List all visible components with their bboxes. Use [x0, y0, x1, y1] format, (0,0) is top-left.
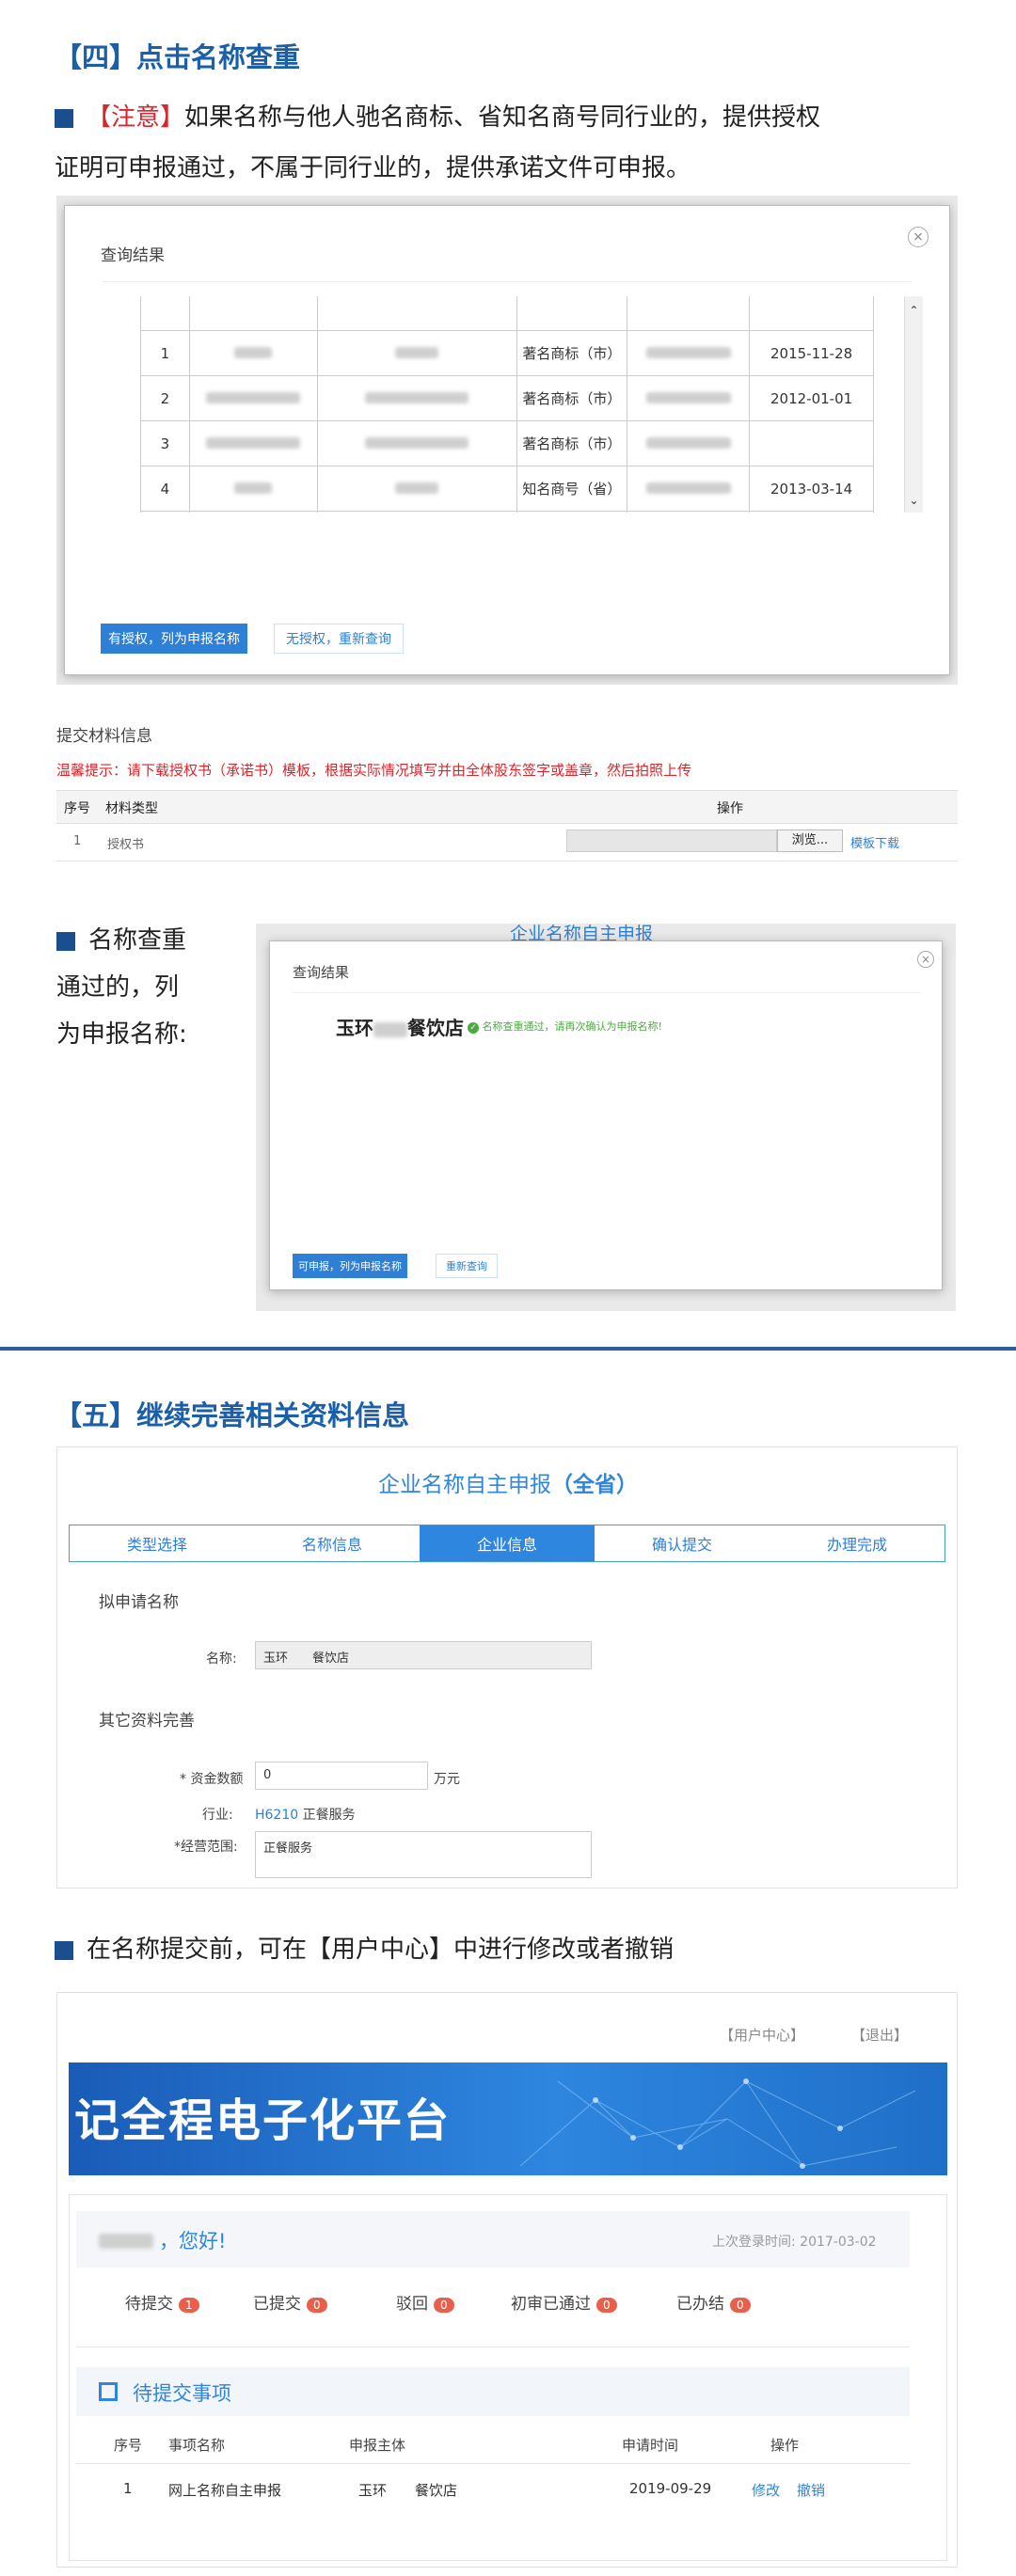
section4-note: 【注意】如果名称与他人驰名商标、省知名商号同行业的，提供授权 证明可申报通过，不…	[55, 92, 976, 194]
user-center-link[interactable]: 【用户中心】	[720, 2025, 804, 2045]
bullet-square-icon	[55, 108, 73, 128]
close-icon[interactable]: ×	[917, 951, 934, 968]
query-result-modal: 查询结果 × 1 著名商标（市） 2015-11-28 2 著名商标（市） 2012-0…	[64, 205, 950, 675]
section5-title: 【五】继续完善相关资料信息	[55, 1399, 410, 1431]
table-row: 3 著名商标（市）	[140, 420, 874, 466]
materials-table-header: 序号 材料类型 操作	[56, 790, 958, 824]
screenshot-form: 企业名称自主申报（全省） 类型选择 名称信息 企业信息 确认提交 办理完成 拟申…	[56, 1446, 958, 1889]
unauthorized-requery-button[interactable]: 无授权，重新查询	[274, 624, 404, 654]
banner-title: 记全程电子化平台	[74, 2094, 452, 2147]
capital-input[interactable]: 0	[255, 1762, 428, 1790]
table-row: 5知名商号（省）2019-01-17	[140, 511, 874, 513]
stat-approved[interactable]: 初审已通过 0	[511, 2290, 617, 2314]
file-input[interactable]	[566, 830, 777, 852]
section4-title: 【四】点击名称查重	[55, 41, 301, 73]
pass-message: ✓ 名称查重通过，请再次确认为申报名称!	[468, 1019, 662, 1034]
other-info-header: 其它资料完善	[99, 1712, 195, 1731]
capital-unit: 万元	[434, 1772, 460, 1787]
stat-rejected[interactable]: 驳回 0	[396, 2290, 454, 2314]
stat-submitted[interactable]: 已提交 0	[253, 2290, 327, 2314]
capital-label: * 资金数额	[180, 1772, 244, 1787]
authorized-button[interactable]: 有授权，列为申报名称	[101, 624, 247, 654]
table-row: 4 知名商号（省） 2013-03-14	[140, 466, 874, 512]
step-type: 类型选择	[126, 1536, 187, 1554]
table-row: 1 网上名称自主申报 玉环 餐饮店 2019-09-29 修改 撤销	[123, 2480, 826, 2500]
materials-tip: 温馨提示：请下载授权书（承诺书）模板，根据实际情况填写并由全体股东签字或盖章，然…	[56, 762, 692, 779]
status-stats: 待提交 1 已提交 0 驳回 0 初审已通过 0 已办结 0	[76, 2290, 910, 2318]
pending-header: 待提交事项	[76, 2367, 910, 2416]
industry-value: H6210 正餐服务	[255, 1808, 356, 1823]
scope-label: *经营范围:	[174, 1840, 238, 1855]
bullet-square-icon	[55, 1940, 73, 1960]
table-row: 1 著名商标（市） 2015-11-28	[140, 330, 874, 376]
section-divider	[0, 1347, 1016, 1351]
step-company: 企业信息	[420, 1525, 595, 1561]
list-icon	[99, 2382, 118, 2401]
platform-banner: 记全程电子化平台	[69, 2062, 947, 2175]
template-download-link[interactable]: 模板下载	[850, 833, 899, 851]
result-table-wrap: 1 著名商标（市） 2015-11-28 2 著名商标（市） 2012-01-01 3著…	[140, 296, 893, 513]
stat-pending[interactable]: 待提交 1	[125, 2290, 199, 2314]
materials-row: 1 授权书 浏览... 模板下载	[56, 824, 958, 861]
bullet-square-icon	[56, 931, 75, 951]
scope-textarea[interactable]: 正餐服务	[255, 1831, 592, 1878]
pass-text: 名称查重 通过的，列 为申报名称:	[56, 926, 187, 1049]
table-row: 2 著名商标（市） 2012-01-01	[140, 375, 874, 421]
check-icon: ✓	[468, 1022, 479, 1034]
form-title: 企业名称自主申报（全省）	[378, 1473, 638, 1497]
stat-closed[interactable]: 已办结 0	[676, 2290, 751, 2314]
step-name: 名称信息	[301, 1536, 362, 1554]
checked-name: 玉环 餐饮店	[336, 1017, 464, 1039]
name-field: 玉环 餐饮店	[255, 1641, 592, 1669]
result-scrollbar[interactable]: ⌃ ⌄	[904, 296, 923, 513]
last-login-text: 上次登录时间: 2017-03-02	[712, 2235, 877, 2250]
browse-button[interactable]: 浏览...	[777, 830, 843, 852]
modal-title: 查询结果	[101, 246, 165, 265]
pass-modal: 查询结果 × 玉环 餐饮店 ✓ 名称查重通过，请再次确认为申报名称! 可申报，列为…	[269, 940, 943, 1290]
requery-button[interactable]: 重新查询	[436, 1254, 498, 1278]
modal-title: 查询结果	[293, 964, 350, 981]
note-line1: 如果名称与他人驰名商标、省知名商号同行业的，提供授权	[184, 103, 821, 132]
industry-label: 行业:	[202, 1808, 233, 1823]
step-done: 办理完成	[826, 1536, 887, 1554]
step-confirm: 确认提交	[651, 1536, 712, 1554]
greeting-text: ，您好!	[159, 2230, 227, 2252]
edit-link[interactable]: 修改	[752, 2480, 780, 2500]
declare-button[interactable]: 可申报，列为申报名称	[293, 1254, 407, 1278]
pending-title: 待提交事项	[133, 2382, 231, 2405]
result-table: 1 著名商标（市） 2015-11-28 2 著名商标（市） 2012-01-01 3著…	[140, 296, 874, 513]
screenshot-query-result: 查询结果 × 1 著名商标（市） 2015-11-28 2 著名商标（市） 2012-0…	[56, 196, 958, 685]
close-icon[interactable]: ×	[908, 227, 929, 247]
section6-intro: 在名称提交前，可在【用户中心】中进行修改或者撤销	[55, 1924, 674, 1975]
materials-header: 提交材料信息	[56, 727, 152, 746]
greeting-bar: ，您好! 上次登录时间: 2017-03-02	[76, 2211, 910, 2268]
note-line2: 证明可申报通过，不属于同行业的，提供承诺文件可申报。	[55, 154, 691, 182]
progress-steps: 类型选择 名称信息 企业信息 确认提交 办理完成	[69, 1525, 945, 1562]
note-tag: 【注意】	[87, 103, 185, 132]
screenshot-user-center: 【用户中心】 【退出】 记全程电子化平台 ，您好! 上次登录时间: 2017-0…	[56, 1992, 958, 2568]
name-label: 名称:	[206, 1651, 237, 1667]
proposed-name-header: 拟申请名称	[99, 1593, 179, 1612]
screenshot-pass: 企业名称自主申报 查询结果 × 玉环 餐饮店 ✓ 名称查重通过，请再次确认为申报名…	[256, 924, 956, 1311]
pending-table-header: 序号 事项名称 申报主体 申请时间 操作	[114, 2437, 800, 2454]
revoke-link[interactable]: 撤销	[797, 2480, 825, 2500]
logout-link[interactable]: 【退出】	[851, 2025, 908, 2045]
